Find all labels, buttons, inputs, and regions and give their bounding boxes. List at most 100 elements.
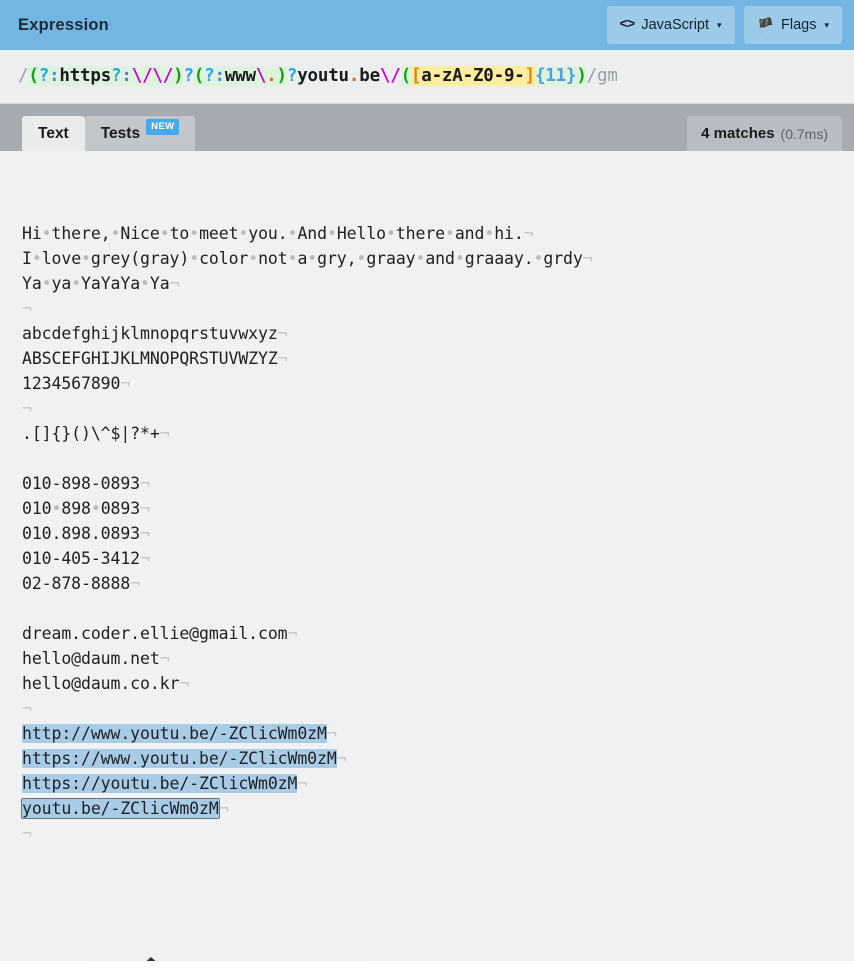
test-string-line: youtu.be/-ZClicWm0zM¬ bbox=[0, 796, 854, 821]
test-string-line: ¬ bbox=[0, 696, 854, 721]
flavor-label: JavaScript bbox=[641, 17, 710, 33]
text-segment: Hi•there,•Nice•to•meet•you.•And•Hello•th… bbox=[22, 224, 524, 243]
test-string-line: I•love•grey(gray)•color•not•a•gry,•graay… bbox=[0, 246, 854, 271]
regex-literal-youtu: youtu bbox=[297, 66, 349, 86]
regex-capture-group-1: ([a-zA-Z0-9-]{11}) bbox=[400, 66, 587, 86]
regex-input[interactable]: /(?:https?:\/\/)?(?:www\.)?youtu.be\/([a… bbox=[0, 50, 854, 104]
test-string-line: abcdefghijklmnopqrstuvwxyz¬ bbox=[0, 321, 854, 346]
tab-list: Text Tests NEW bbox=[22, 104, 196, 151]
text-segment: hello@daum.co.kr bbox=[22, 674, 180, 693]
space-marker: • bbox=[356, 249, 367, 268]
new-badge: NEW bbox=[146, 118, 180, 135]
match-highlight[interactable]: https://youtu.be/-ZClicWm0zM bbox=[22, 774, 297, 793]
space-marker: • bbox=[140, 274, 150, 293]
regex-optional-protocol: ? bbox=[183, 66, 194, 86]
match-highlight[interactable]: http://www.youtu.be/-ZClicWm0zM bbox=[22, 724, 327, 743]
tab-text[interactable]: Text bbox=[22, 116, 85, 151]
match-summary[interactable]: 4 matches (0.7ms) bbox=[687, 116, 842, 151]
test-string-line: hello@daum.co.kr¬ bbox=[0, 671, 854, 696]
space-marker: • bbox=[415, 249, 426, 268]
test-string-line: 010-405-3412¬ bbox=[0, 546, 854, 571]
test-string-line: 010.898.0893¬ bbox=[0, 521, 854, 546]
tab-text-label: Text bbox=[38, 124, 69, 142]
tab-tests[interactable]: Tests NEW bbox=[84, 116, 196, 151]
newline-marker: ¬ bbox=[140, 524, 150, 543]
regex-optional-www: ? bbox=[286, 66, 298, 86]
space-marker: • bbox=[41, 274, 52, 293]
space-marker: • bbox=[248, 249, 259, 268]
test-string-tabbar: Text Tests NEW 4 matches (0.7ms) bbox=[0, 104, 854, 151]
newline-marker: ¬ bbox=[159, 649, 170, 668]
flag-icon: 🏴 bbox=[756, 17, 774, 33]
space-marker: • bbox=[90, 499, 101, 518]
space-marker: • bbox=[287, 249, 298, 268]
text-segment: 1234567890 bbox=[22, 374, 121, 393]
text-segment: abcdefghijklmnopqrstuvwxyz bbox=[22, 324, 278, 343]
chevron-down-icon: ▾ bbox=[824, 19, 829, 30]
regex-character-class: [a-zA-Z0-9-] bbox=[410, 66, 535, 86]
text-segment: 010-405-3412 bbox=[22, 549, 141, 568]
space-marker: • bbox=[326, 224, 337, 243]
flags-label: Flags bbox=[781, 17, 817, 33]
text-segment: Ya•ya•YaYaYa•Ya bbox=[22, 274, 170, 293]
space-marker: • bbox=[454, 249, 465, 268]
flags-button[interactable]: 🏴 Flags ▾ bbox=[743, 6, 842, 44]
text-segment: I•love•grey(gray)•color•not•a•gry,•graay… bbox=[22, 249, 583, 268]
space-marker: • bbox=[533, 249, 544, 268]
flavor-select-button[interactable]: <> JavaScript ▾ bbox=[606, 6, 735, 44]
regex-group-www: (?:www\.) bbox=[193, 66, 287, 86]
test-string-line: http://www.youtu.be/-ZClicWm0zM¬ bbox=[0, 721, 854, 746]
space-marker: • bbox=[189, 224, 200, 243]
test-string-line bbox=[0, 596, 854, 621]
space-marker: • bbox=[445, 224, 455, 243]
newline-marker: ¬ bbox=[22, 699, 32, 718]
newline-marker: ¬ bbox=[140, 474, 150, 493]
match-highlight-hovered[interactable]: youtu.be/-ZClicWm0zM bbox=[21, 798, 220, 819]
space-marker: • bbox=[41, 224, 52, 243]
space-marker: • bbox=[189, 249, 200, 268]
space-marker: • bbox=[110, 224, 121, 243]
regex-escaped-slash: \/ bbox=[379, 66, 401, 86]
test-string-line: ABSCEFGHIJKLMNOPQRSTUVWZYZ¬ bbox=[0, 346, 854, 371]
test-string-line: .[]{}()\^$|?*+¬ bbox=[0, 421, 854, 446]
newline-marker: ¬ bbox=[140, 549, 150, 568]
regex-flags-label: gm bbox=[597, 66, 618, 86]
test-string-area[interactable]: Hi•there,•Nice•to•meet•you.•And•Hello•th… bbox=[0, 151, 854, 961]
newline-marker: ¬ bbox=[169, 274, 180, 293]
test-string-line: 02-878-8888¬ bbox=[0, 571, 854, 596]
test-string-line: Hi•there,•Nice•to•meet•you.•And•Hello•th… bbox=[0, 221, 854, 246]
text-segment: 010•898•0893 bbox=[22, 499, 141, 518]
text-segment: hello@daum.net bbox=[22, 649, 160, 668]
match-highlight[interactable]: https://www.youtu.be/-ZClicWm0zM bbox=[22, 749, 337, 768]
space-marker: • bbox=[385, 224, 396, 243]
test-string-line: ¬ bbox=[0, 821, 854, 846]
space-marker: • bbox=[51, 499, 62, 518]
regex-close-delimiter: / bbox=[586, 66, 598, 86]
text-segment: ABSCEFGHIJKLMNOPQRSTUVWZYZ bbox=[22, 349, 278, 368]
test-string-line: ¬ bbox=[0, 296, 854, 321]
newline-marker: ¬ bbox=[218, 799, 229, 818]
newline-marker: ¬ bbox=[22, 299, 32, 318]
test-string-line: hello@daum.net¬ bbox=[0, 646, 854, 671]
match-count-label: 4 matches bbox=[701, 125, 775, 142]
expression-header: Expression <> JavaScript ▾ 🏴 Flags ▾ bbox=[0, 0, 854, 50]
tab-tests-label: Tests bbox=[100, 124, 141, 142]
newline-marker: ¬ bbox=[140, 499, 150, 518]
space-marker: • bbox=[307, 249, 318, 268]
space-marker: • bbox=[81, 249, 91, 268]
space-marker: • bbox=[159, 224, 170, 243]
newline-marker: ¬ bbox=[277, 349, 288, 368]
regex-open-delimiter: / bbox=[18, 66, 29, 86]
newline-marker: ¬ bbox=[22, 824, 32, 843]
newline-marker: ¬ bbox=[159, 424, 170, 443]
test-string-line: ¬ bbox=[0, 396, 854, 421]
test-string-line: dream.coder.ellie@gmail.com¬ bbox=[0, 621, 854, 646]
test-string-line bbox=[0, 446, 854, 471]
newline-marker: ¬ bbox=[297, 774, 308, 793]
regex-dot-metachar: . bbox=[348, 66, 360, 86]
newline-marker: ¬ bbox=[523, 224, 534, 243]
space-marker: • bbox=[71, 274, 82, 293]
space-marker: • bbox=[484, 224, 495, 243]
test-string-line: 010•898•0893¬ bbox=[0, 496, 854, 521]
regex-quantifier: {11} bbox=[534, 66, 577, 86]
